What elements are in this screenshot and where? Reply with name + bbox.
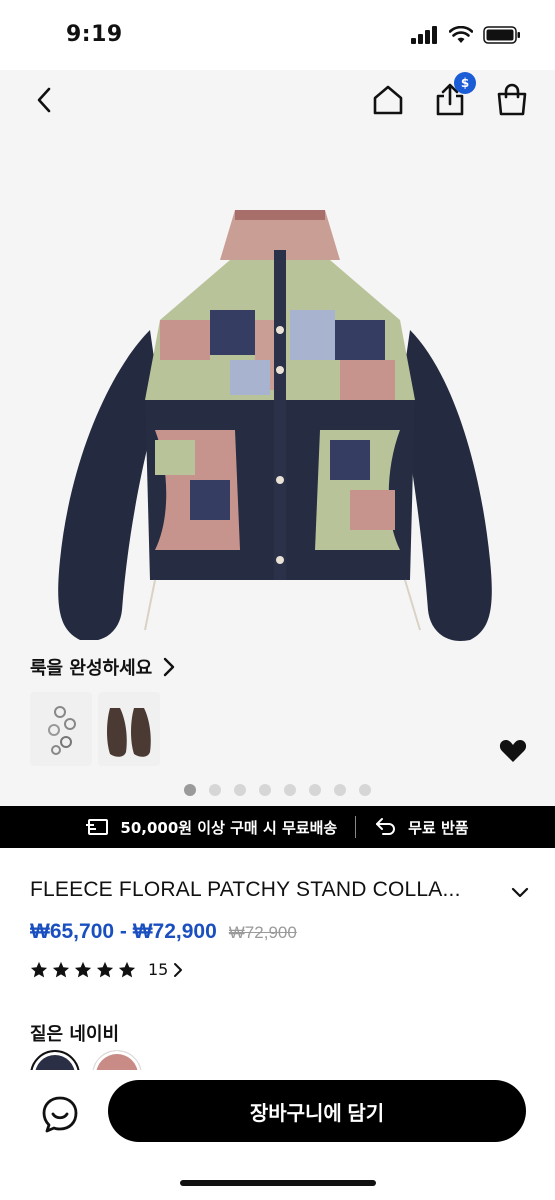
free-returns-info: 무료 반품 <box>374 817 469 838</box>
chat-button[interactable] <box>38 1092 82 1136</box>
carousel-dot[interactable] <box>184 784 196 796</box>
carousel-dots <box>184 784 371 796</box>
star-icon <box>52 961 70 977</box>
wifi-icon <box>449 26 473 43</box>
battery-icon <box>483 26 520 44</box>
chevron-right-icon <box>163 657 175 677</box>
return-arrow-icon <box>376 818 396 835</box>
star-icon <box>30 961 48 977</box>
look-title: 룩을 완성하세요 <box>30 658 153 679</box>
star-icon <box>118 961 136 977</box>
home-icon <box>373 85 403 115</box>
look-item-rings[interactable] <box>30 692 92 766</box>
bottom-action-bar: 장바구니에 담기 <box>0 1070 555 1200</box>
product-image <box>58 210 492 641</box>
chevron-right-icon <box>174 962 183 977</box>
cart-button[interactable] <box>494 82 530 118</box>
shoes-image <box>107 708 151 757</box>
look-title-row[interactable]: 룩을 완성하세요 <box>30 654 176 680</box>
signal-icon <box>411 26 437 44</box>
promo-banner: 50,000원 이상 구매 시 무료배송 무료 반품 <box>0 806 555 848</box>
status-bar: 9:19 <box>0 0 555 70</box>
chevron-down-icon[interactable] <box>510 882 530 902</box>
product-title-row[interactable]: FLEECE FLORAL PATCHY STAND COLLA... <box>30 878 530 908</box>
home-indicator <box>180 1180 376 1186</box>
back-button[interactable] <box>26 82 62 118</box>
rating-row[interactable]: 15 <box>30 960 184 979</box>
review-count: 15 <box>148 960 169 979</box>
carousel-dot[interactable] <box>359 784 371 796</box>
star-icon <box>96 961 114 977</box>
complete-the-look-card[interactable]: 룩을 완성하세요 <box>18 640 204 774</box>
delivery-truck-icon <box>86 819 109 835</box>
carousel-dot[interactable] <box>209 784 221 796</box>
free-shipping-text: 50,000원 이상 구매 시 무료배송 <box>120 818 338 837</box>
wishlist-button[interactable] <box>498 736 528 766</box>
original-price: ₩72,900 <box>228 923 297 942</box>
back-icon <box>37 87 51 113</box>
star-icon <box>74 961 92 977</box>
color-swatch-navy[interactable] <box>30 1050 80 1070</box>
shopping-bag-icon <box>497 83 527 116</box>
carousel-dot[interactable] <box>234 784 246 796</box>
rings-image <box>48 706 76 755</box>
color-swatch-pink[interactable] <box>92 1050 142 1070</box>
chat-icon <box>42 1096 78 1133</box>
home-button[interactable] <box>370 82 406 118</box>
product-title: FLEECE FLORAL PATCHY STAND COLLA... <box>30 878 461 901</box>
product-image-carousel[interactable]: 룩을 완성하세요 <box>0 130 555 806</box>
free-shipping-info: 50,000원 이상 구매 시 무료배송 <box>86 817 337 838</box>
status-icons <box>411 26 521 44</box>
selected-color-label: 짙은 네이비 <box>30 1024 120 1045</box>
share-badge: $ <box>454 72 476 94</box>
carousel-dot[interactable] <box>309 784 321 796</box>
heart-icon <box>499 740 527 762</box>
promo-divider <box>355 816 357 838</box>
free-returns-text: 무료 반품 <box>408 818 469 837</box>
status-time: 9:19 <box>66 22 123 47</box>
add-to-cart-button[interactable]: 장바구니에 담기 <box>108 1080 526 1142</box>
carousel-dot[interactable] <box>284 784 296 796</box>
price-range: ₩65,700 - ₩72,900 <box>30 920 217 943</box>
color-swatches <box>30 1050 530 1070</box>
look-item-shoes[interactable] <box>98 692 160 766</box>
carousel-dot[interactable] <box>334 784 346 796</box>
carousel-dot[interactable] <box>259 784 271 796</box>
price-row: ₩65,700 - ₩72,900 ₩72,900 <box>30 920 297 944</box>
